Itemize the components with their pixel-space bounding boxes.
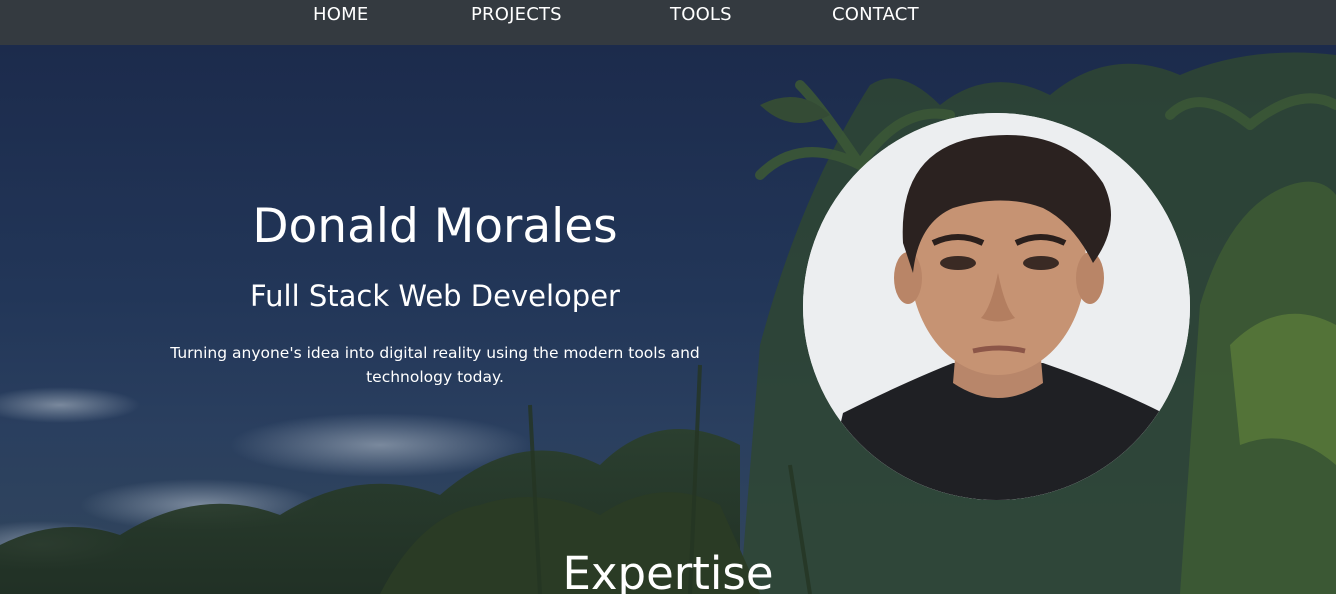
hero-role: Full Stack Web Developer [250, 279, 620, 313]
profile-photo [803, 113, 1190, 500]
hero-section: Donald Morales Full Stack Web Developer … [0, 45, 1336, 594]
nav-link-tools[interactable]: TOOLS [670, 4, 732, 26]
nav-link-projects[interactable]: PROJECTS [471, 4, 562, 26]
top-navbar: HOME PROJECTS TOOLS CONTACT [0, 0, 1336, 45]
nav-link-home[interactable]: HOME [313, 4, 368, 26]
nav-link-contact[interactable]: CONTACT [832, 4, 919, 26]
hero-tagline: Turning anyone's idea into digital reali… [170, 344, 700, 386]
hero-name: Donald Morales [252, 199, 618, 254]
expertise-section-title: Expertise [562, 547, 774, 594]
profile-avatar [803, 113, 1190, 500]
